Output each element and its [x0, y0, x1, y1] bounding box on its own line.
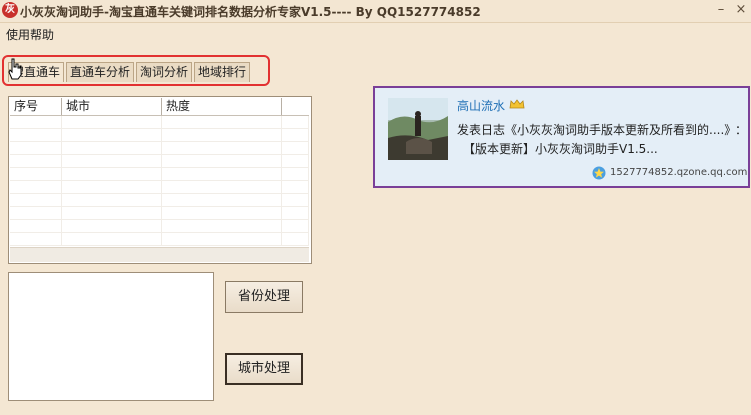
column-header-index[interactable]: 序号 — [10, 98, 62, 115]
table-cell — [10, 181, 62, 193]
table-cell — [282, 233, 309, 245]
table-cell — [10, 168, 62, 180]
table-cell — [10, 116, 62, 128]
qzone-link-text[interactable]: 1527774852.qzone.qq.com — [610, 167, 747, 178]
tab-keyword-analysis[interactable]: 淘词分析 — [136, 62, 193, 82]
table-row[interactable] — [10, 207, 309, 220]
table-cell — [10, 194, 62, 206]
table-cell — [10, 207, 62, 219]
close-button[interactable]: × — [734, 2, 748, 18]
qzone-update-text[interactable]: 【版本更新】小灰灰淘词助手V1.5... — [463, 140, 658, 157]
table-cell — [62, 194, 162, 206]
table-cell — [162, 168, 282, 180]
province-process-button[interactable]: 省份处理 — [225, 281, 303, 313]
table-cell — [62, 142, 162, 154]
table-cell — [282, 194, 309, 206]
table-cell — [10, 220, 62, 232]
qzone-colon: ： — [735, 123, 748, 137]
table-cell — [62, 116, 162, 128]
qzone-log-title[interactable]: 发表日志《小灰灰淘词助手版本更新及所看到的....》 — [457, 121, 736, 138]
column-header-heat[interactable]: 热度 — [162, 98, 282, 115]
table-row[interactable] — [10, 155, 309, 168]
table-cell — [282, 181, 309, 193]
table-row[interactable] — [10, 194, 309, 207]
table-cell — [162, 233, 282, 245]
table-cell — [62, 181, 162, 193]
app-icon: 灰 — [2, 2, 18, 18]
tab-region-ranking[interactable]: 地域排行 — [194, 62, 251, 82]
qzone-star-icon — [592, 166, 606, 180]
menu-bar: 使用帮助 — [0, 23, 751, 43]
menu-help[interactable]: 使用帮助 — [6, 26, 54, 43]
table-cell — [162, 207, 282, 219]
table-cell — [162, 116, 282, 128]
tab-strip: 搜直通车 直通车分析 淘词分析 地域排行 — [8, 62, 252, 82]
city-process-button[interactable]: 城市处理 — [225, 353, 303, 385]
table-cell — [162, 129, 282, 141]
output-textarea[interactable] — [8, 272, 214, 401]
column-header-spacer — [282, 98, 309, 115]
table-cell — [162, 181, 282, 193]
table-cell — [162, 155, 282, 167]
table-cell — [162, 220, 282, 232]
city-heat-table[interactable]: 序号 城市 热度 — [8, 96, 312, 264]
table-cell — [10, 129, 62, 141]
table-row[interactable] — [10, 181, 309, 194]
table-cell — [282, 155, 309, 167]
table-cell — [10, 155, 62, 167]
window-title: 小灰灰淘词助手-淘宝直通车关键词排名数据分析专家V1.5---- By QQ15… — [20, 5, 481, 19]
table-row[interactable] — [10, 116, 309, 129]
table-row[interactable] — [10, 142, 309, 155]
table-cell — [282, 129, 309, 141]
table-cell — [162, 142, 282, 154]
table-cell — [62, 233, 162, 245]
table-cell — [62, 168, 162, 180]
table-cell — [282, 168, 309, 180]
table-cell — [282, 116, 309, 128]
table-cell — [62, 155, 162, 167]
table-row[interactable] — [10, 233, 309, 246]
avatar — [388, 98, 448, 160]
table-row[interactable] — [10, 220, 309, 233]
table-cell — [282, 142, 309, 154]
table-row[interactable] — [10, 168, 309, 181]
table-header: 序号 城市 热度 — [10, 98, 309, 116]
horizontal-scrollbar[interactable] — [10, 247, 309, 262]
qzone-link[interactable]: 1527774852.qzone.qq.com — [592, 166, 747, 180]
table-cell — [62, 207, 162, 219]
qzone-feed-card[interactable]: 高山流水 发表日志《小灰灰淘词助手版本更新及所看到的....》 ： 【版本更新】… — [373, 86, 750, 188]
table-row[interactable] — [10, 129, 309, 142]
minimize-button[interactable]: – — [714, 2, 728, 18]
vip-crown-icon — [509, 99, 525, 109]
title-bar: 灰 小灰灰淘词助手-淘宝直通车关键词排名数据分析专家V1.5---- By QQ… — [0, 0, 751, 23]
hand-cursor-icon — [8, 58, 22, 80]
table-cell — [62, 129, 162, 141]
table-cell — [10, 142, 62, 154]
table-cell — [282, 207, 309, 219]
column-header-city[interactable]: 城市 — [62, 98, 162, 115]
qzone-username[interactable]: 高山流水 — [457, 97, 505, 114]
table-cell — [282, 220, 309, 232]
tab-ztc-analysis[interactable]: 直通车分析 — [66, 62, 135, 82]
table-cell — [10, 233, 62, 245]
table-cell — [62, 220, 162, 232]
table-cell — [162, 194, 282, 206]
table-body — [10, 116, 309, 246]
